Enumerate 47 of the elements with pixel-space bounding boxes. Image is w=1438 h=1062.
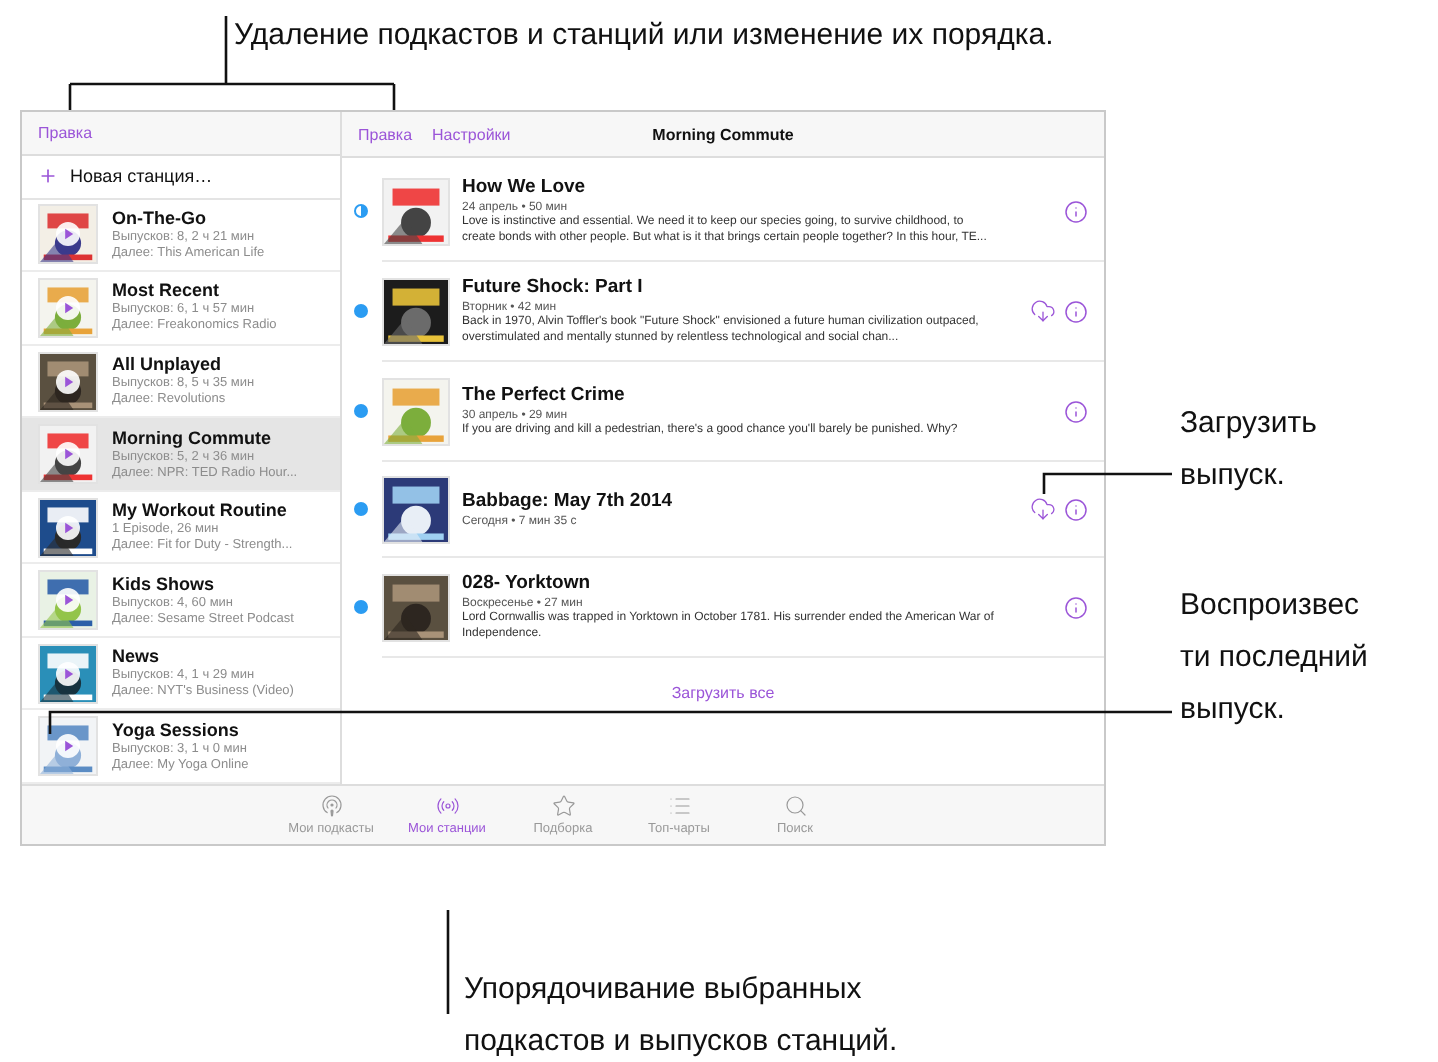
search-icon [783,794,807,818]
callout-text: Упорядочивание выбранных [464,970,864,1010]
edit-link[interactable]: Правка [358,125,413,143]
new-station-item[interactable]: Новая станция… [22,155,340,200]
leader-line [446,910,450,1014]
download-cloud-icon[interactable] [1030,298,1056,324]
new-station-label: Новая станция… [70,166,213,187]
station-title: Morning Commute [112,427,273,448]
callout-text: выпуск. [1180,690,1287,730]
broadcast-icon [435,794,459,818]
leader-line [1042,472,1172,494]
download-all-link[interactable]: Загрузить все [671,684,775,702]
station-title: Kids Shows [112,573,217,594]
callout-text: выпуск. [1180,456,1287,496]
callout-text: ти последний [1180,638,1368,678]
episode-title: Babbage: May 7th 2014 [462,489,675,511]
callout-text: Воспроизвес [1180,586,1362,626]
settings-link[interactable]: Настройки [432,125,511,143]
play-icon[interactable] [56,661,80,686]
star-icon [551,794,575,818]
info-icon[interactable] [1064,399,1088,423]
info-icon[interactable] [1064,497,1088,521]
play-icon[interactable] [56,222,80,247]
callout-text: Загрузить [1180,404,1317,444]
play-icon[interactable] [56,515,80,540]
plus-icon [38,166,58,187]
info-icon[interactable] [1064,299,1088,323]
play-icon[interactable] [56,369,80,394]
episode-title: The Perfect Crime [462,383,627,406]
station-title: News [112,646,162,667]
station-title: Yoga Sessions [112,719,241,740]
podcast-icon [319,794,343,818]
episode-title: Future Shock: Part I [462,276,645,298]
play-icon[interactable] [56,442,80,467]
station-title: All Unplayed [112,354,224,375]
info-icon[interactable] [1064,199,1088,223]
download-cloud-icon[interactable] [1030,496,1056,522]
episode-title: How We Love [462,176,588,198]
station-title: Most Recent [112,280,222,301]
callout-text: подкастов и выпусков станций. [464,1022,898,1062]
episode-title: 028- Yorktown [462,572,593,594]
callout-text: Удаление подкастов и станций или изменение их порядка. [234,16,1054,56]
info-icon[interactable] [1064,595,1088,619]
station-title: My Workout Routine [112,500,289,521]
station-title: On-The-Go [112,207,208,228]
station-title: Morning Commute [652,125,794,143]
edit-link[interactable]: Правка [38,123,93,142]
